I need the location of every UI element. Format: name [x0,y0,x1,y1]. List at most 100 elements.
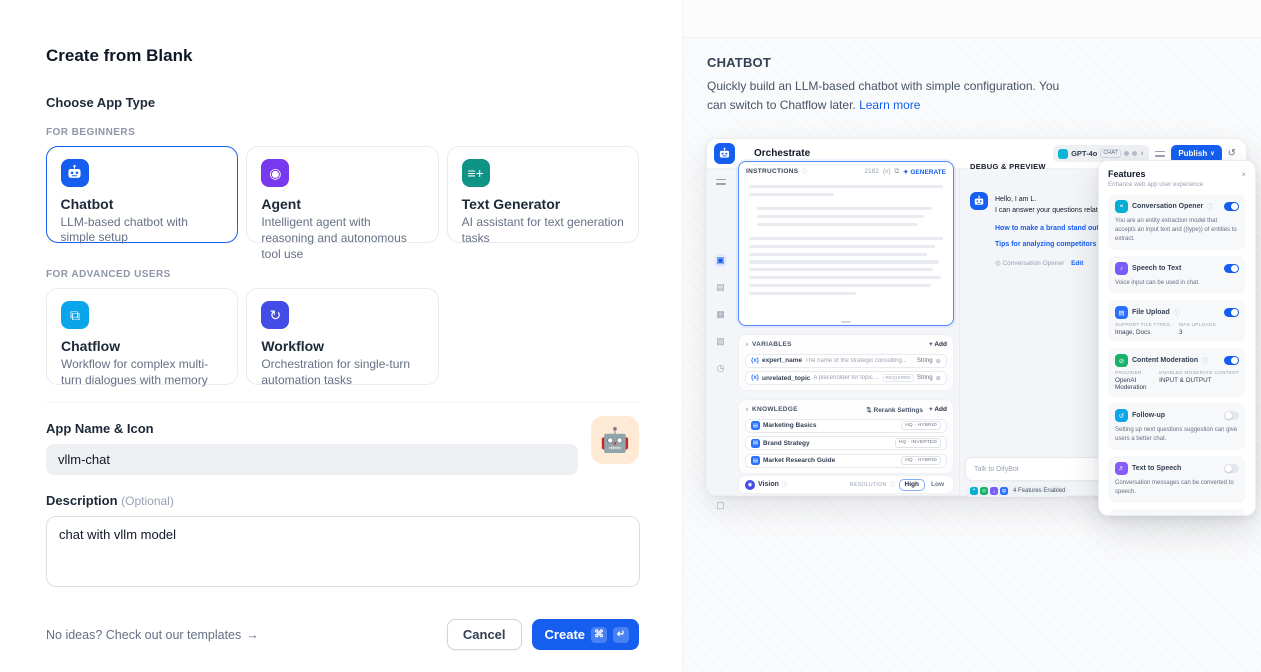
description-textarea[interactable]: chat with vllm model [46,516,640,587]
toggle-on [1224,308,1239,317]
instructions-panel: INSTRUCTIONS ⓘ 2182 {x} ⧉ ✦ GENERATE [738,161,954,326]
arrow-right-icon: → [246,628,259,642]
app-type-desc: Orchestration for single-turn automation… [261,357,423,389]
retrieval-badge: HQ · HYBRID [901,421,941,431]
resolution-high-option: High [899,479,925,491]
rail-clock-icon: ◷ [714,362,727,375]
conversation-opener-mini-icon: ❝ [970,487,978,495]
vision-row: ◉ Vision ⓘ RESOLUTION ⓘ High Low [738,475,954,494]
add-variable-button: + Add [929,341,947,348]
dataset-icon: ▤ [751,439,760,448]
rail-document-icon: ▦ [714,308,727,321]
features-enabled-badge: ❝ ⊘ ♪ ▤ 4 Features Enabled [965,485,1070,497]
feature-card-conversation-opener: ❝ Conversation Opener ⓘ You are an entit… [1108,194,1246,250]
robot-emoji: 🤖 [600,426,630,455]
page-title: Create from Blank [46,46,639,66]
app-type-name: Agent [261,196,423,212]
model-settings-icon [1155,150,1165,158]
workflow-icon: ↻ [261,301,289,329]
generate-button: ✦ GENERATE [903,168,946,176]
vision-icon: ◉ [745,480,755,490]
rail-orchestrate-icon: ▣ [714,254,727,267]
knowledge-row: ▤ Marketing Basics HQ · HYBRID [745,419,947,433]
edit-link: Edit [1071,260,1083,267]
for-advanced-users-label: FOR ADVANCED USERS [46,269,639,280]
app-type-card-text-generator[interactable]: ≡+ Text Generator AI assistant for text … [447,146,639,243]
optional-hint: (Optional) [121,494,174,508]
app-name-label: App Name & Icon [46,421,639,436]
variable-icon: {x} [751,358,759,364]
app-type-card-workflow[interactable]: ↻ Workflow Orchestration for single-turn… [246,288,438,385]
learn-more-link[interactable]: Learn more [859,98,920,112]
toggle-on [1224,264,1239,273]
citations-icon: ❞ [1115,515,1128,516]
info-icon: ⓘ [1207,202,1213,211]
debug-preview-heading: DEBUG & PREVIEW [970,162,1046,171]
resize-handle [841,321,851,323]
copy-icon: ⧉ [894,168,899,176]
variable-icon: {x} [751,375,759,381]
add-knowledge-button: + Add [929,406,947,413]
model-capability-icon [1132,151,1137,156]
create-form-panel: Create from Blank Choose App Type FOR BE… [0,0,683,672]
variables-panel: ∨ VARIABLES + Add {x} expert_name The na… [738,334,954,391]
app-type-card-chatflow[interactable]: ⧉ Chatflow Workflow for complex multi-tu… [46,288,238,385]
app-icon-picker[interactable]: 🤖 [591,416,639,464]
conversation-opener-icon: ❝ [1115,200,1128,213]
chevron-down-icon: ∨ [1210,150,1214,157]
beginner-app-types: Chatbot LLM-based chatbot with simple se… [46,146,639,243]
app-type-desc: AI assistant for text generation tasks [462,215,624,247]
info-icon: ⓘ [782,480,788,489]
templates-link[interactable]: No ideas? Check out our templates → [46,628,259,642]
preview-top-strip [683,0,1261,38]
description-label: Description (Optional) [46,493,639,508]
app-type-desc: Intelligent agent with reasoning and aut… [261,215,423,262]
preview-panel: CHATBOT Quickly build an LLM-based chatb… [683,0,1261,672]
bot-avatar [970,192,988,210]
model-capability-icon [1124,151,1129,156]
app-type-name: Chatflow [61,338,223,354]
follow-up-icon: ↺ [1115,409,1128,422]
feature-card-speech-to-text: ♪ Speech to Text Voice input can be used… [1108,256,1246,294]
rail-note-icon: ▧ [714,335,727,348]
app-type-desc: Workflow for complex multi-turn dialogue… [61,357,223,389]
rerank-settings-button: ⇅ Rerank Settings [866,406,923,414]
preview-app-icon [714,143,735,164]
info-icon: ⓘ [801,167,807,176]
cancel-button[interactable]: Cancel [447,619,522,650]
text-to-speech-icon: ♬ [1115,462,1128,475]
moderation-mini-icon: ⊘ [980,487,988,495]
chevron-down-icon: ∨ [745,342,749,348]
enter-key-icon: ↵ [613,627,629,643]
variable-icon: {x} [883,168,891,175]
file-upload-mini-icon: ▤ [1000,487,1008,495]
gpt4o-model-icon [1058,149,1068,159]
settings-icon: ⊕ [936,357,941,365]
retrieval-badge: HQ · HYBRID [901,456,941,466]
model-chat-tag: CHAT [1100,149,1121,158]
preview-app-title: Orchestrate [754,148,810,159]
text-generator-icon: ≡+ [462,159,490,187]
app-type-name: Text Generator [462,196,624,212]
settings-icon: ⊕ [936,374,941,382]
app-type-card-chatbot[interactable]: Chatbot LLM-based chatbot with simple se… [46,146,238,243]
preview-heading: CHATBOT [707,55,1237,70]
resolution-low-option: Low [928,480,947,490]
app-type-card-agent[interactable]: ◉ Agent Intelligent agent with reasoning… [246,146,438,243]
toggle-on [1224,202,1239,211]
create-button[interactable]: Create ⌘ ↵ [532,619,639,650]
app-name-input[interactable] [46,444,578,475]
preview-left-rail: ▣ ▤ ▦ ▧ ◷ ▢ [707,169,734,495]
column-divider [959,169,960,495]
for-beginners-label: FOR BEGINNERS [46,127,639,138]
choose-app-type-label: Choose App Type [46,95,639,110]
content-moderation-icon: ⊘ [1115,354,1128,367]
create-app-modal: Create from Blank Choose App Type FOR BE… [0,0,1261,672]
toggle-on [1224,356,1239,365]
chatflow-icon: ⧉ [61,301,89,329]
rail-sliders-icon [714,175,727,188]
info-icon: ⓘ [1174,308,1180,317]
speech-to-text-icon: ♪ [1115,262,1128,275]
knowledge-row: ▤ Brand Strategy HQ · INVERTED [745,436,947,450]
chevron-down-icon: ∨ [1140,150,1144,157]
